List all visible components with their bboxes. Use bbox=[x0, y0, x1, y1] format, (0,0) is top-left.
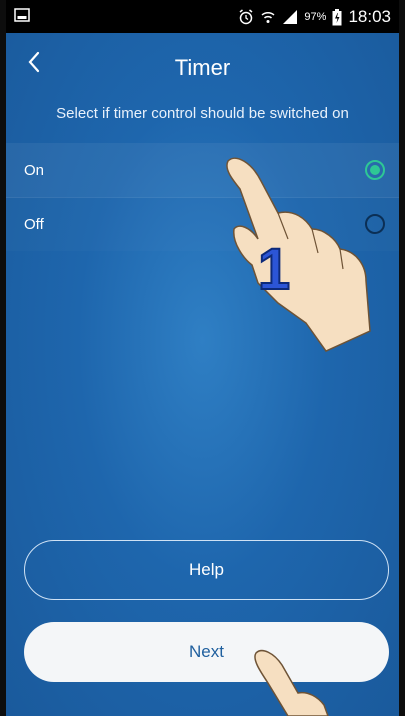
option-off-label: Off bbox=[24, 215, 44, 233]
signal-icon bbox=[282, 9, 298, 25]
alarm-icon bbox=[238, 9, 254, 25]
radio-on-selected[interactable] bbox=[365, 160, 385, 180]
option-off[interactable]: Off bbox=[6, 197, 399, 251]
clock-time: 18:03 bbox=[348, 7, 391, 26]
help-button[interactable]: Help bbox=[24, 540, 389, 600]
battery-icon bbox=[332, 8, 342, 26]
battery-percent: 97% bbox=[304, 11, 327, 23]
app-screen: Timer Select if timer control should be … bbox=[6, 33, 399, 716]
next-button[interactable]: Next bbox=[24, 622, 389, 682]
wifi-icon bbox=[260, 9, 276, 25]
option-on-label: On bbox=[24, 161, 45, 179]
top-bar: Timer bbox=[6, 33, 399, 93]
option-on[interactable]: On bbox=[6, 143, 399, 197]
instruction-text: Select if timer control should be switch… bbox=[56, 105, 349, 122]
phone-screen: 97% 18:03 Timer Select if timer control … bbox=[6, 0, 399, 716]
page-title: Timer bbox=[174, 55, 231, 80]
tutorial-overlay: 1 bbox=[226, 157, 371, 716]
status-bar: 97% 18:03 bbox=[6, 0, 399, 33]
image-icon bbox=[14, 8, 30, 22]
radio-off-unselected[interactable] bbox=[365, 214, 385, 234]
